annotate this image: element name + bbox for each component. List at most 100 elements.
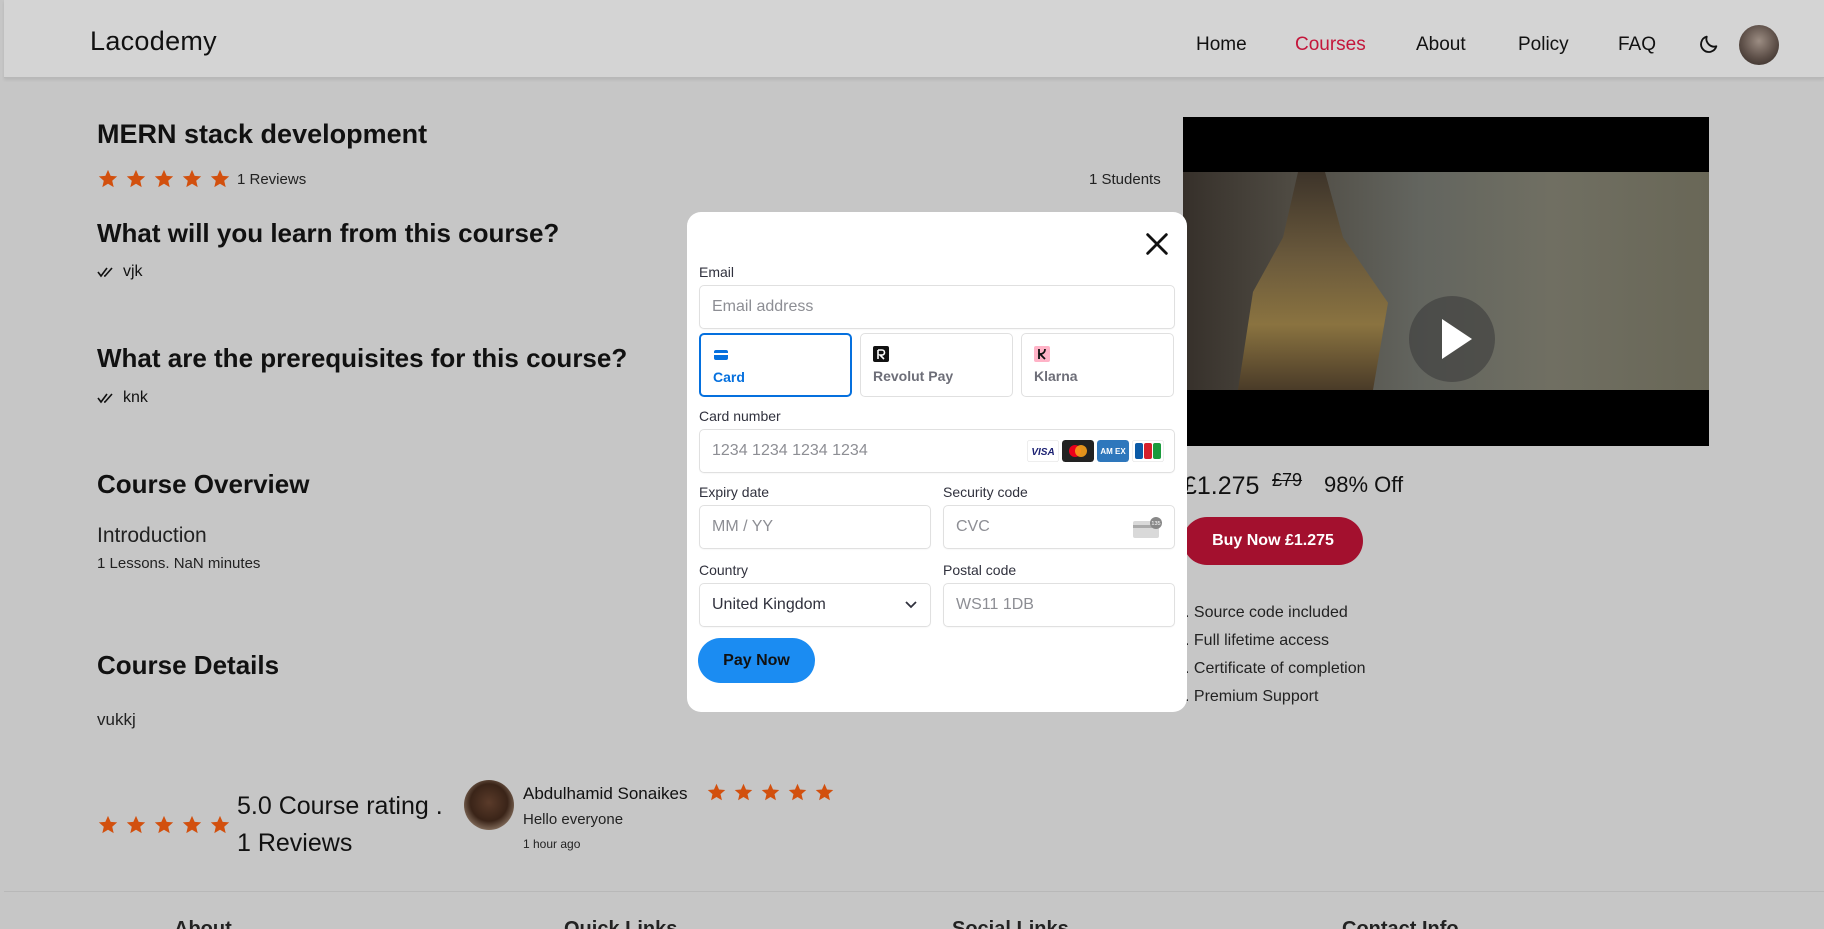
footer-heading: Social Links bbox=[952, 918, 1069, 929]
star-icon bbox=[182, 169, 202, 188]
card-number-input[interactable] bbox=[700, 430, 1020, 472]
user-avatar[interactable] bbox=[1739, 25, 1779, 65]
buy-now-button[interactable]: Buy Now £1.275 bbox=[1183, 517, 1363, 565]
card-number-label: Card number bbox=[699, 408, 781, 424]
nav-policy[interactable]: Policy bbox=[1518, 34, 1569, 56]
nav-courses[interactable]: Courses bbox=[1295, 34, 1366, 56]
revolut-icon bbox=[873, 346, 889, 362]
nav-home[interactable]: Home bbox=[1196, 34, 1247, 56]
moon-icon[interactable] bbox=[1698, 33, 1720, 55]
svg-text:AM EX: AM EX bbox=[1100, 447, 1126, 456]
klarna-icon bbox=[1034, 346, 1050, 362]
cvc-input[interactable] bbox=[944, 506, 1124, 548]
star-icon bbox=[154, 815, 174, 834]
course-preview-video[interactable] bbox=[1183, 117, 1709, 446]
play-icon[interactable] bbox=[1409, 296, 1495, 382]
double-check-icon bbox=[97, 267, 113, 278]
discount-label: 98% Off bbox=[1324, 472, 1404, 497]
footer-heading: Contact Info bbox=[1342, 918, 1459, 929]
nav-about[interactable]: About bbox=[1416, 34, 1466, 56]
tab-revolut-pay[interactable]: Revolut Pay bbox=[860, 333, 1013, 397]
svg-text:VISA: VISA bbox=[1031, 447, 1054, 458]
course-title: MERN stack development bbox=[97, 119, 428, 149]
email-field[interactable] bbox=[699, 285, 1175, 329]
prereq-heading: What are the prerequisites for this cour… bbox=[97, 343, 628, 373]
nav-faq[interactable]: FAQ bbox=[1618, 34, 1656, 56]
country-value: United Kingdom bbox=[712, 596, 826, 613]
tab-card[interactable]: Card bbox=[699, 333, 852, 397]
card-icon bbox=[714, 350, 728, 360]
reviews-count: 1 Reviews bbox=[237, 171, 307, 188]
amex-icon: AM EX bbox=[1097, 440, 1129, 462]
video-thumbnail-tower bbox=[1238, 172, 1388, 390]
details-heading: Course Details bbox=[97, 650, 280, 680]
star-icon bbox=[707, 783, 726, 801]
overview-section-meta: 1 Lessons. NaN minutes bbox=[97, 555, 261, 572]
pay-now-button[interactable]: Pay Now bbox=[698, 638, 815, 683]
cvc-icon-text: 135 bbox=[1151, 521, 1160, 527]
visa-icon: VISA bbox=[1027, 440, 1059, 462]
card-number-field[interactable]: VISA AM EX bbox=[699, 429, 1175, 473]
card-brands: VISA AM EX bbox=[1027, 440, 1164, 462]
star-icon bbox=[98, 815, 118, 834]
cvc-card-icon: 135 bbox=[1133, 517, 1162, 538]
feature-item: . Source code included bbox=[1185, 604, 1348, 621]
postal-field[interactable] bbox=[943, 583, 1175, 627]
tab-revolut-label: Revolut Pay bbox=[873, 368, 954, 384]
summary-rating-stars bbox=[97, 814, 231, 836]
page: Lacodemy Home Courses About Policy FAQ M… bbox=[4, 0, 1824, 929]
current-price: £1.275 bbox=[1183, 472, 1260, 500]
details-text: vukkj bbox=[97, 710, 136, 729]
review-stars bbox=[706, 782, 835, 803]
expiry-input[interactable] bbox=[700, 506, 930, 548]
overview-section-title[interactable]: Introduction bbox=[97, 524, 207, 548]
star-icon bbox=[98, 169, 118, 188]
footer-heading: About bbox=[174, 918, 232, 929]
chevron-down-icon bbox=[905, 601, 917, 609]
star-icon bbox=[154, 169, 174, 188]
tab-klarna-label: Klarna bbox=[1034, 368, 1078, 384]
footer-divider bbox=[4, 891, 1824, 892]
postal-label: Postal code bbox=[943, 562, 1017, 578]
old-price: £79 bbox=[1272, 470, 1303, 490]
reviewer-avatar bbox=[464, 780, 514, 830]
email-input[interactable] bbox=[700, 286, 1174, 328]
star-icon bbox=[761, 783, 780, 801]
overview-heading: Course Overview bbox=[97, 469, 310, 499]
tab-klarna[interactable]: Klarna bbox=[1021, 333, 1174, 397]
expiry-field[interactable] bbox=[699, 505, 931, 549]
postal-input[interactable] bbox=[944, 584, 1174, 626]
double-check-icon bbox=[97, 393, 113, 404]
payment-modal: Email Card Revolut Pay Klarna Card numbe… bbox=[687, 212, 1187, 712]
star-icon bbox=[126, 169, 146, 188]
star-icon bbox=[734, 783, 753, 801]
learn-item-text: vjk bbox=[123, 263, 143, 280]
prereq-item-text: knk bbox=[123, 389, 148, 406]
country-label: Country bbox=[699, 562, 749, 578]
star-icon bbox=[815, 783, 834, 801]
star-icon bbox=[210, 169, 230, 188]
course-rating-stars bbox=[97, 168, 231, 190]
country-select[interactable]: United Kingdom bbox=[699, 583, 931, 627]
brand-logo[interactable]: Lacodemy bbox=[90, 26, 217, 57]
learn-heading: What will you learn from this course? bbox=[97, 218, 560, 248]
learn-item: vjk bbox=[97, 263, 143, 281]
email-label: Email bbox=[699, 264, 735, 280]
prereq-item: knk bbox=[97, 389, 148, 407]
cvc-field[interactable]: 135 bbox=[943, 505, 1175, 549]
review-text: Hello everyone bbox=[523, 811, 624, 828]
course-rating-summary: 5.0 Course rating . bbox=[237, 792, 443, 820]
review-time: 1 hour ago bbox=[523, 837, 581, 851]
jcb-icon bbox=[1132, 440, 1164, 462]
feature-item: . Full lifetime access bbox=[1185, 632, 1330, 649]
mastercard-icon bbox=[1062, 440, 1094, 462]
star-icon bbox=[788, 783, 807, 801]
star-icon bbox=[126, 815, 146, 834]
video-frame bbox=[1183, 172, 1709, 390]
star-icon bbox=[182, 815, 202, 834]
close-icon[interactable] bbox=[1143, 230, 1171, 258]
course-rating-reviews: 1 Reviews bbox=[237, 829, 353, 857]
reviewer-name: Abdulhamid Sonaikes bbox=[523, 784, 688, 803]
star-icon bbox=[210, 815, 230, 834]
expiry-label: Expiry date bbox=[699, 484, 770, 500]
